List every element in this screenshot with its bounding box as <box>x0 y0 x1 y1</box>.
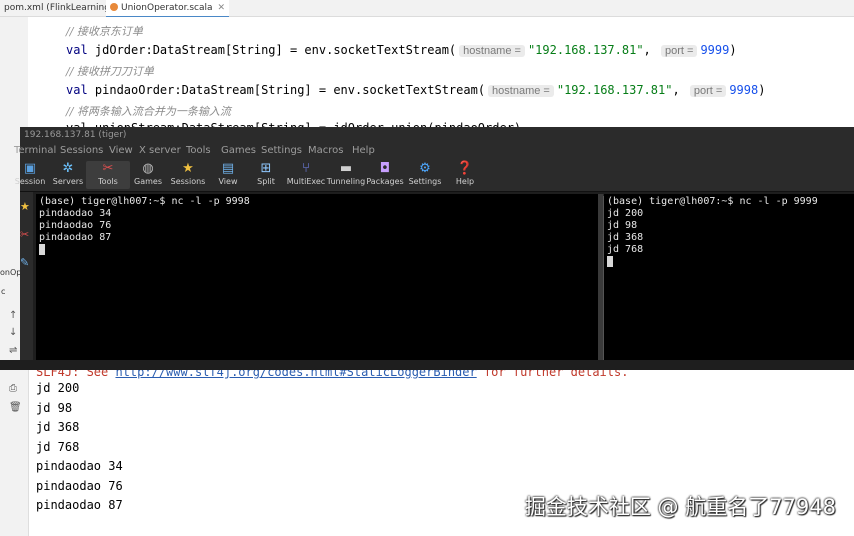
toolbar-packages-button[interactable]: ◘ Packages <box>363 161 407 189</box>
run-panel-label: c <box>1 287 6 296</box>
print-icon[interactable]: ⎙ <box>9 383 17 394</box>
watermark: 掘金技术社区 @ 航重名了77948 <box>524 495 836 519</box>
arrow-down-icon[interactable]: ↓ <box>9 327 17 338</box>
console-output-line: jd 200 <box>36 381 80 395</box>
console-output-line: jd 98 <box>36 401 73 415</box>
terminal-line: pindaodao 76 <box>39 220 112 231</box>
toolbar-tunneling-button[interactable]: ▬ Tunneling <box>324 161 368 189</box>
terminal-line: jd 768 <box>607 244 644 255</box>
sessions-icon: ★ <box>182 161 194 176</box>
games-icon: ◍ <box>142 161 154 176</box>
toolbar-settings-button[interactable]: ⚙ Settings <box>403 161 447 189</box>
multiexec-icon: ⑂ <box>302 161 310 176</box>
menu-view[interactable]: View <box>109 143 133 159</box>
window-title: 192.168.137.81 (tiger) <box>20 127 854 143</box>
star-icon[interactable]: ★ <box>20 200 30 213</box>
servers-icon: ✲ <box>62 161 74 176</box>
menu-xserver[interactable]: X server <box>139 143 181 159</box>
scala-file-icon <box>110 3 118 11</box>
terminal-line: jd 200 <box>607 208 644 219</box>
terminal-cursor <box>39 244 45 256</box>
tab-label: pom.xml (FlinkLearning) <box>4 3 114 13</box>
moba-sidebar: ★ ✂ ✎ <box>20 192 33 370</box>
terminal-pane-right[interactable]: (base) tiger@lh007:~$ nc -l -p 9999 jd 2… <box>604 194 854 370</box>
packages-icon: ◘ <box>379 161 391 176</box>
terminal-line: pindaodao 87 <box>39 232 112 243</box>
code-editor[interactable]: // 接收京东订单 val jdOrder:DataStream[String]… <box>28 17 854 135</box>
terminal-cursor <box>607 256 613 268</box>
close-icon[interactable]: ✕ <box>218 3 226 13</box>
terminal-pane-left[interactable]: (base) tiger@lh007:~$ nc -l -p 9998 pind… <box>36 194 608 370</box>
code-line: val jdOrder:DataStream[String] = env.soc… <box>66 43 737 57</box>
toolbar-games-button[interactable]: ◍ Games <box>126 161 170 189</box>
terminal-line: pindaodao 34 <box>39 208 112 219</box>
param-hint: hostname = <box>488 85 554 97</box>
help-icon: ❓ <box>456 161 474 176</box>
tunneling-icon: ▬ <box>339 161 353 176</box>
arrow-up-icon[interactable]: ↑ <box>9 310 17 321</box>
editor-tab-bar: pom.xml (FlinkLearning) ✕ UnionOperator.s… <box>0 0 854 18</box>
sftp-icon[interactable]: ✎ <box>20 256 29 269</box>
toolbar-split-button[interactable]: ⊞ Split <box>244 161 288 189</box>
terminal-line: (base) tiger@lh007:~$ nc -l -p 9998 <box>39 196 250 207</box>
toolbar-sessions-button[interactable]: ★ Sessions <box>166 161 210 189</box>
console-output-line: jd 368 <box>36 420 80 434</box>
settings-icon: ⚙ <box>419 161 431 176</box>
code-comment: // 接收京东订单 <box>66 25 143 38</box>
console-output-line: jd 768 <box>36 440 80 454</box>
param-hint: port = <box>689 85 727 97</box>
menu-sessions[interactable]: Sessions <box>60 143 103 159</box>
tools-icon[interactable]: ✂ <box>20 228 29 241</box>
pane-splitter[interactable] <box>598 194 603 370</box>
console-output-line: pindaodao 34 <box>36 459 123 473</box>
terminal-line: jd 368 <box>607 232 644 243</box>
mobaxterm-window: 192.168.137.81 (tiger) Terminal Sessions… <box>14 127 854 370</box>
menu-settings[interactable]: Settings <box>261 143 302 159</box>
trash-icon[interactable]: 🗑 <box>9 402 22 413</box>
split-icon: ⊞ <box>260 161 272 176</box>
wrap-icon[interactable]: ⇌ <box>9 345 17 356</box>
code-line: val pindaoOrder:DataStream[String] = env… <box>66 83 766 97</box>
toolbar: ▣ Session ✲ Servers ✂ Tools ◍ Games ★ Session… <box>15 159 854 192</box>
console-output-line: pindaodao 76 <box>36 479 123 493</box>
menu-terminal[interactable]: Terminal <box>14 143 56 159</box>
code-comment: // 接收拼刀刀订单 <box>66 65 154 78</box>
menu-tools[interactable]: Tools <box>186 143 211 159</box>
menu-help[interactable]: Help <box>352 143 375 159</box>
tab-union-operator[interactable]: UnionOperator.scala ✕ <box>106 0 230 18</box>
param-hint: port = <box>661 45 698 57</box>
run-panel-label: onOp <box>0 268 22 277</box>
toolbar-servers-button[interactable]: ✲ Servers <box>46 161 90 189</box>
toolbar-multiexec-button[interactable]: ⑂ MultiExec <box>284 161 328 189</box>
menu-macros[interactable]: Macros <box>308 143 343 159</box>
toolbar-help-button[interactable]: ❓ Help <box>443 161 487 189</box>
code-comment: // 将两条输入流合并为一条输入流 <box>66 105 231 118</box>
tools-icon: ✂ <box>102 161 114 176</box>
menu-games[interactable]: Games <box>221 143 256 159</box>
menu-bar: Terminal Sessions View X server Tools Ga… <box>14 143 854 159</box>
terminal-line: (base) tiger@lh007:~$ nc -l -p 9999 <box>607 196 818 207</box>
tab-label: UnionOperator.scala <box>121 3 213 13</box>
terminal-line: jd 98 <box>607 220 638 231</box>
param-hint: hostname = <box>459 45 525 57</box>
terminal-bottom-edge <box>0 360 854 370</box>
toolbar-tools-button[interactable]: ✂ Tools <box>86 161 130 189</box>
console-output-line: pindaodao 87 <box>36 498 123 512</box>
